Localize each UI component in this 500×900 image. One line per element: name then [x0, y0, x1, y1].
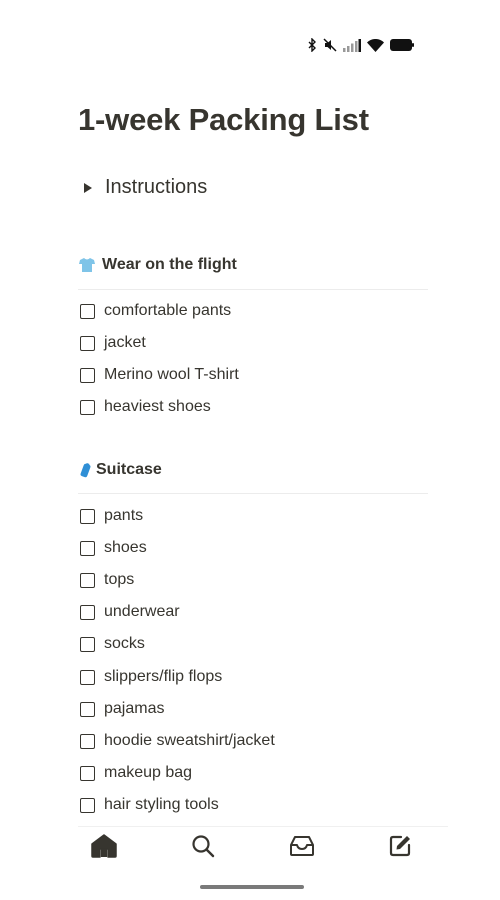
checkbox[interactable]	[80, 508, 95, 524]
status-icons	[307, 38, 414, 52]
todo-text: tops	[104, 571, 135, 588]
checkbox[interactable]	[80, 797, 95, 813]
todo-text: slippers/flip flops	[104, 668, 223, 685]
toggle-label: Instructions	[105, 176, 208, 198]
home-indicator[interactable]	[200, 885, 304, 889]
checkbox[interactable]	[80, 669, 95, 685]
todo-text: makeup bag	[104, 764, 193, 781]
section-heading-suitcase[interactable]: Suitcase	[78, 461, 162, 479]
todo-item[interactable]: heaviest shoes	[80, 396, 211, 418]
tab-home[interactable]	[90, 833, 118, 863]
checkbox[interactable]	[80, 540, 95, 556]
todo-item[interactable]: shoes	[80, 537, 147, 559]
signal-icon	[343, 38, 361, 52]
todo-text: hair styling tools	[104, 796, 219, 813]
tab-bar-divider	[78, 826, 448, 827]
checkbox[interactable]	[80, 335, 95, 351]
todo-text: pajamas	[104, 700, 165, 717]
instructions-toggle[interactable]: Instructions	[84, 176, 207, 199]
checkbox[interactable]	[80, 572, 95, 588]
todo-item[interactable]: hair styling tools	[80, 794, 219, 816]
section-divider	[78, 289, 428, 290]
checkbox[interactable]	[80, 636, 95, 652]
todo-item[interactable]: socks	[80, 633, 145, 655]
compose-icon[interactable]	[388, 834, 412, 863]
tshirt-icon	[78, 256, 96, 274]
search-icon[interactable]	[191, 834, 215, 863]
todo-item[interactable]: comfortable pants	[80, 300, 231, 322]
mute-icon	[323, 38, 337, 52]
todo-text: comfortable pants	[104, 302, 232, 319]
checkbox[interactable]	[80, 765, 95, 781]
status-bar	[0, 0, 500, 80]
bluetooth-icon	[307, 38, 317, 52]
todo-text: jacket	[104, 334, 146, 351]
todo-item[interactable]: hoodie sweatshirt/jacket	[80, 730, 275, 752]
section-heading-wear-on-flight[interactable]: Wear on the flight	[78, 256, 237, 274]
section-heading-label: Wear on the flight	[102, 256, 237, 273]
todo-item[interactable]: slippers/flip flops	[80, 666, 222, 688]
todo-text: Merino wool T-shirt	[104, 366, 239, 383]
todo-item[interactable]: jacket	[80, 332, 146, 354]
todo-text: heaviest shoes	[104, 398, 211, 415]
wifi-icon	[367, 38, 384, 52]
inbox-icon[interactable]	[289, 835, 315, 862]
section-heading-label: Suitcase	[96, 461, 162, 478]
todo-text: shoes	[104, 539, 147, 556]
page-title[interactable]: 1-week Packing List	[78, 102, 369, 138]
todo-item[interactable]: makeup bag	[80, 762, 192, 784]
battery-icon	[390, 39, 414, 51]
home-icon[interactable]	[91, 833, 117, 863]
tab-compose[interactable]	[386, 834, 414, 862]
todo-item[interactable]: pants	[80, 505, 143, 527]
todo-text: underwear	[104, 603, 180, 620]
checkbox[interactable]	[80, 733, 95, 749]
suitcase-icon	[78, 461, 92, 479]
todo-item[interactable]: Merino wool T-shirt	[80, 364, 239, 386]
todo-item[interactable]: pajamas	[80, 698, 164, 720]
tab-search[interactable]	[189, 834, 217, 862]
todo-text: socks	[104, 635, 145, 652]
checkbox[interactable]	[80, 367, 95, 383]
tab-bar	[78, 833, 428, 864]
todo-item[interactable]: underwear	[80, 601, 180, 623]
todo-item[interactable]: tops	[80, 569, 134, 591]
todo-text: hoodie sweatshirt/jacket	[104, 732, 275, 749]
toggle-triangle-icon[interactable]	[84, 182, 92, 193]
checkbox[interactable]	[80, 303, 95, 319]
tab-inbox[interactable]	[288, 834, 316, 862]
checkbox[interactable]	[80, 604, 95, 620]
checkbox[interactable]	[80, 399, 95, 415]
todo-text: pants	[104, 507, 144, 524]
checkbox[interactable]	[80, 701, 95, 717]
section-divider	[78, 493, 428, 494]
